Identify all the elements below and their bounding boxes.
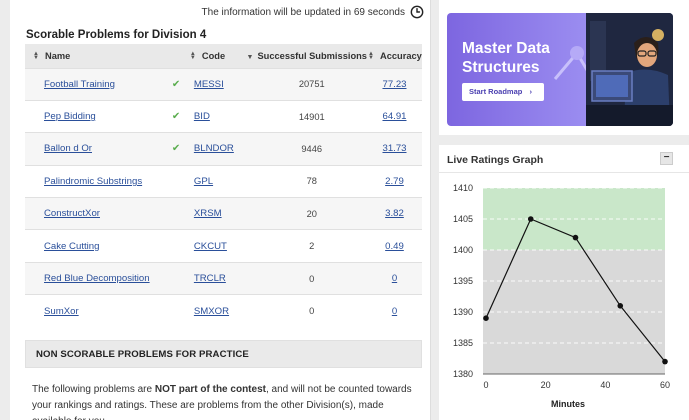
clock-icon — [410, 5, 424, 19]
sort-icon: ▲ ▼ — [368, 51, 374, 62]
header-spacer — [163, 44, 189, 68]
problem-name-link[interactable]: ConstructXor — [25, 198, 163, 230]
check-icon: ✔ — [171, 78, 181, 90]
check-icon: ✔ — [171, 143, 181, 155]
x-tick-label: 40 — [600, 380, 610, 390]
x-tick-label: 0 — [483, 380, 488, 390]
problem-name-link[interactable]: Palindromic Substrings — [25, 165, 163, 197]
y-tick-label: 1390 — [453, 307, 473, 317]
start-roadmap-button[interactable]: Start Roadmap › — [462, 83, 544, 101]
problem-code-link[interactable]: BLNDOR — [189, 133, 247, 165]
submissions-count: 0 — [309, 273, 315, 284]
problem-name-link[interactable]: SumXor — [25, 295, 163, 327]
accuracy-link[interactable]: 31.73 — [367, 133, 422, 165]
ratings-title: Live Ratings Graph — [447, 154, 544, 166]
table-row: Cake Cutting CKCUT 2 0.49 — [25, 229, 422, 263]
ratings-chart: 1380 1385 1390 1395 1400 1405 1410 0 20 40 60 Minut… — [453, 183, 670, 409]
problem-code-link[interactable]: XRSM — [189, 198, 247, 230]
check-placeholder — [163, 165, 189, 197]
table-row: Ballon d Or ✔ BLNDOR 9446 31.73 — [25, 132, 422, 166]
y-tick-label: 1380 — [453, 369, 473, 379]
problem-code-link[interactable]: CKCUT — [189, 230, 247, 262]
table-header-row: ▲ ▼ Name ▲ ▼ Code ▼ Successful Submissions ▲ ▼… — [25, 44, 422, 68]
minimize-button[interactable]: − — [660, 152, 673, 165]
chevron-right-icon: › — [529, 87, 532, 96]
problem-code-link[interactable]: TRCLR — [189, 262, 247, 294]
problem-name-link[interactable]: Cake Cutting — [25, 230, 163, 262]
section-title: Scorable Problems for Division 4 — [26, 29, 207, 41]
accuracy-link[interactable]: 0 — [367, 295, 422, 327]
check-placeholder — [163, 198, 189, 230]
problem-code-link[interactable]: BID — [189, 100, 247, 132]
accuracy-link[interactable]: 77.23 — [367, 68, 422, 100]
table-row: Pep Bidding ✔ BID 14901 64.91 — [25, 100, 422, 133]
data-point — [662, 358, 668, 365]
programmer-illustration — [586, 13, 673, 126]
x-tick-label: 20 — [541, 380, 551, 390]
accuracy-link[interactable]: 0 — [367, 262, 422, 294]
table-row: ConstructXor XRSM 20 3.82 — [25, 197, 422, 230]
problems-panel: The information will be updated in 69 se… — [10, 0, 431, 420]
y-tick-label: 1385 — [453, 338, 473, 348]
header-name[interactable]: ▲ ▼ Name — [25, 44, 163, 68]
data-point — [572, 234, 579, 241]
sort-desc-icon: ▼ — [246, 53, 254, 61]
accuracy-link[interactable]: 64.91 — [367, 100, 422, 132]
submissions-count: 78 — [306, 176, 317, 187]
check-placeholder — [163, 295, 189, 327]
problem-name-link[interactable]: Pep Bidding — [25, 100, 163, 132]
data-point — [527, 216, 534, 222]
y-tick-label: 1410 — [453, 183, 473, 193]
x-tick-label: 60 — [660, 380, 670, 390]
check-placeholder — [163, 262, 189, 294]
check-icon: ✔ — [171, 111, 181, 123]
problems-table: ▲ ▼ Name ▲ ▼ Code ▼ Successful Submissions ▲ ▼… — [25, 44, 422, 328]
table-row: SumXor SMXOR 0 0 — [25, 294, 422, 328]
table-row: Red Blue Decomposition TRCLR 0 0 — [25, 262, 422, 295]
header-submissions[interactable]: ▼ Successful Submissions — [247, 44, 367, 68]
y-tick-label: 1400 — [453, 245, 473, 255]
table-row: Football Training ✔ MESSI 20751 77.23 — [25, 68, 422, 101]
y-tick-label: 1405 — [453, 214, 473, 224]
ratings-panel: Live Ratings Graph − 1380 1385 1390 1395 140… — [439, 145, 689, 420]
y-tick-label: 1395 — [453, 276, 473, 286]
problem-name-link[interactable]: Football Training — [25, 68, 163, 100]
accuracy-link[interactable]: 0.49 — [367, 230, 422, 262]
submissions-count: 0 — [309, 306, 315, 317]
submissions-count: 20 — [306, 208, 317, 219]
data-point — [617, 303, 624, 309]
submissions-count: 2 — [309, 241, 315, 252]
divider — [439, 172, 689, 173]
promo-panel: Master Data Structures Start Roadmap › — [439, 0, 689, 135]
update-notice: The information will be updated in 69 se… — [202, 5, 424, 19]
submissions-count: 14901 — [298, 111, 325, 122]
problem-name-link[interactable]: Red Blue Decomposition — [25, 262, 163, 294]
accuracy-link[interactable]: 2.79 — [367, 165, 422, 197]
check-placeholder — [163, 230, 189, 262]
table-row: Palindromic Substrings GPL 78 2.79 — [25, 165, 422, 198]
submissions-count: 9446 — [301, 143, 323, 154]
header-code[interactable]: ▲ ▼ Code — [189, 44, 247, 68]
accuracy-link[interactable]: 3.82 — [367, 198, 422, 230]
header-accuracy[interactable]: ▲ ▼ Accuracy — [367, 44, 422, 68]
problem-code-link[interactable]: MESSI — [189, 68, 247, 100]
non-scorable-title: NON SCORABLE PROBLEMS FOR PRACTICE — [36, 349, 249, 360]
non-scorable-description: The following problems are NOT part of t… — [32, 384, 412, 420]
problem-code-link[interactable]: SMXOR — [189, 295, 247, 327]
x-axis-label: Minutes — [551, 399, 585, 409]
update-notice-text: The information will be updated in 69 se… — [201, 6, 405, 18]
non-scorable-header: NON SCORABLE PROBLEMS FOR PRACTICE — [25, 340, 422, 368]
submissions-count: 20751 — [298, 79, 325, 90]
sort-icon: ▲ ▼ — [33, 51, 39, 62]
problem-code-link[interactable]: GPL — [189, 165, 247, 197]
sort-icon: ▲ ▼ — [189, 51, 196, 62]
banner-title: Master Data Structures — [462, 40, 550, 76]
data-point — [483, 315, 489, 321]
problem-name-link[interactable]: Ballon d Or — [25, 133, 163, 165]
promo-banner[interactable]: Master Data Structures Start Roadmap › — [447, 13, 673, 126]
